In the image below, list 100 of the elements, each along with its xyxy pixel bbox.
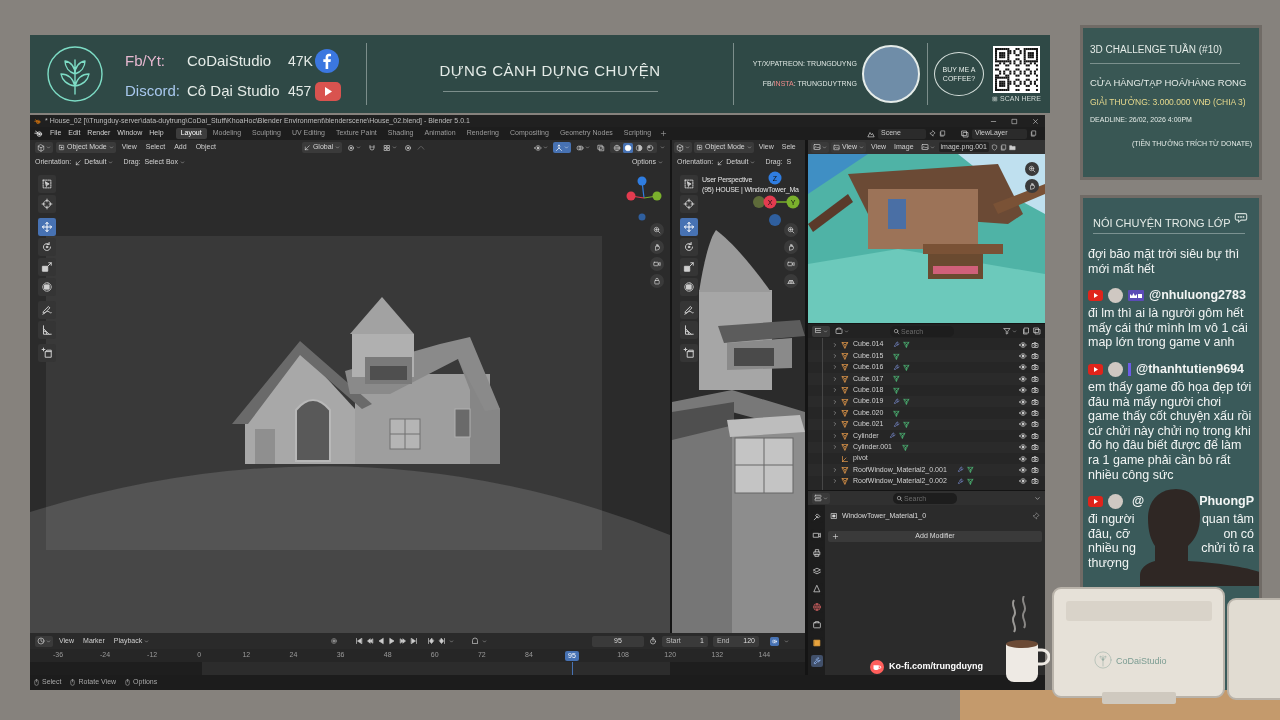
app-logo-icon[interactable] <box>34 129 43 138</box>
overlays-button[interactable] <box>574 142 592 153</box>
crosshair-tool-icon[interactable] <box>680 195 698 213</box>
scale-tool-icon[interactable] <box>680 258 698 276</box>
zoom-icon[interactable] <box>1025 162 1039 176</box>
hand-icon[interactable] <box>650 240 664 254</box>
ruler-tool-icon[interactable] <box>680 321 698 339</box>
gizmo-axis-handle[interactable] <box>753 196 765 208</box>
overlapping-circles-icon[interactable] <box>770 636 779 646</box>
eye-icon[interactable] <box>1019 431 1027 440</box>
eye-icon[interactable] <box>1019 466 1027 474</box>
camera-icon[interactable] <box>1031 477 1039 486</box>
copy-icon[interactable] <box>1022 327 1030 335</box>
play-icon[interactable] <box>388 637 396 645</box>
eye-icon[interactable] <box>1019 374 1027 383</box>
arch-icon[interactable] <box>471 637 479 645</box>
half-shaded-sphere-icon[interactable] <box>634 142 644 153</box>
filter-button[interactable] <box>1001 325 1019 337</box>
folder-icon[interactable] <box>1008 143 1016 151</box>
record-icon[interactable] <box>330 637 338 645</box>
eye-icon[interactable] <box>1019 352 1027 361</box>
editor-type-button[interactable] <box>812 492 830 504</box>
rotate-tool-icon[interactable] <box>680 238 698 256</box>
hand-icon[interactable] <box>1025 179 1039 193</box>
close-icon[interactable] <box>1032 117 1039 125</box>
pin-icon[interactable] <box>929 130 936 137</box>
camera-icon[interactable] <box>1031 340 1039 349</box>
previous-keyframe-icon[interactable] <box>366 637 374 645</box>
layers-icon[interactable] <box>810 565 823 577</box>
move-tool-icon[interactable] <box>38 218 56 236</box>
shield-icon[interactable] <box>990 143 998 151</box>
eye-icon[interactable] <box>1019 386 1027 395</box>
wireframe-sphere-icon[interactable] <box>612 142 622 153</box>
pin-icon[interactable] <box>1032 512 1040 520</box>
gizmo-button[interactable] <box>553 142 571 153</box>
copy-icon[interactable] <box>1030 130 1037 137</box>
crosshair-tool-icon[interactable] <box>38 195 56 213</box>
camera-icon[interactable] <box>1031 420 1039 429</box>
wrench-icon[interactable] <box>810 655 823 667</box>
camera-icon[interactable] <box>1031 363 1039 372</box>
camera-icon[interactable] <box>1031 454 1039 463</box>
camera-icon[interactable] <box>1031 386 1039 395</box>
next-keyframe-icon[interactable] <box>399 637 407 645</box>
eye-icon[interactable] <box>1019 363 1027 372</box>
camera-icon[interactable] <box>1031 466 1039 474</box>
play-reverse-icon[interactable] <box>377 637 385 645</box>
gizmo-axis-handle[interactable] <box>769 214 781 226</box>
editor-type-button[interactable] <box>812 325 830 337</box>
copy-icon[interactable] <box>939 130 946 137</box>
copy-icon[interactable] <box>999 143 1007 151</box>
video-camera-icon[interactable] <box>650 257 664 271</box>
editor-type-button[interactable] <box>35 142 53 153</box>
camera-icon[interactable] <box>1031 443 1039 452</box>
select-box-tool-icon[interactable] <box>680 175 698 193</box>
editor-type-button[interactable] <box>811 141 829 153</box>
jump-start-icon[interactable] <box>355 637 363 645</box>
select-box-tool-icon[interactable] <box>38 175 56 193</box>
eye-icon[interactable] <box>1019 409 1027 418</box>
camera-icon[interactable] <box>1031 352 1039 361</box>
browse-image-button[interactable] <box>918 141 937 153</box>
zoom-icon[interactable] <box>784 223 798 237</box>
layers-icon[interactable] <box>1033 327 1041 335</box>
hand-icon[interactable] <box>784 240 798 254</box>
eye-icon[interactable] <box>1019 477 1027 486</box>
axes-icon <box>717 158 725 166</box>
xray-button[interactable] <box>595 142 607 153</box>
editor-type-button[interactable] <box>674 142 692 153</box>
lock-icon[interactable] <box>650 274 664 288</box>
camera-icon[interactable] <box>1031 397 1039 406</box>
eye-icon[interactable] <box>1019 454 1027 463</box>
camera-icon[interactable] <box>1031 374 1039 383</box>
visibility-button[interactable] <box>532 142 550 153</box>
stopwatch-icon[interactable] <box>649 637 657 645</box>
pencil-tool-icon[interactable] <box>680 301 698 319</box>
editor-type-button[interactable] <box>35 635 53 647</box>
box-icon[interactable] <box>810 619 823 631</box>
perspective-grid-icon[interactable] <box>784 274 798 288</box>
eye-icon[interactable] <box>1019 340 1027 349</box>
globe-icon[interactable] <box>810 601 823 613</box>
display-mode-button[interactable] <box>833 325 851 337</box>
shaded-sphere-icon[interactable] <box>645 142 655 153</box>
camera-icon[interactable] <box>1031 431 1039 440</box>
navigation-gizmo[interactable] <box>626 176 662 221</box>
playhead-line[interactable] <box>572 662 574 675</box>
eye-icon[interactable] <box>1019 443 1027 452</box>
eye-icon[interactable] <box>1019 397 1027 406</box>
eye-icon[interactable] <box>1019 420 1027 429</box>
add-cube-tool-icon[interactable] <box>680 344 698 362</box>
transform-tool-icon[interactable] <box>680 278 698 296</box>
move-tool-icon[interactable] <box>680 218 698 236</box>
caret-icon[interactable] <box>1034 494 1041 502</box>
maximize-icon[interactable] <box>1011 117 1018 125</box>
add-workspace-icon[interactable] <box>660 130 668 137</box>
zoom-icon[interactable] <box>650 223 664 237</box>
video-camera-icon[interactable] <box>784 257 798 271</box>
keyframe-forward-icon[interactable] <box>438 637 446 645</box>
keyframe-back-icon[interactable] <box>427 637 435 645</box>
solid-sphere-icon[interactable] <box>623 142 633 153</box>
camera-icon[interactable] <box>1031 409 1039 418</box>
jump-end-icon[interactable] <box>410 637 418 645</box>
